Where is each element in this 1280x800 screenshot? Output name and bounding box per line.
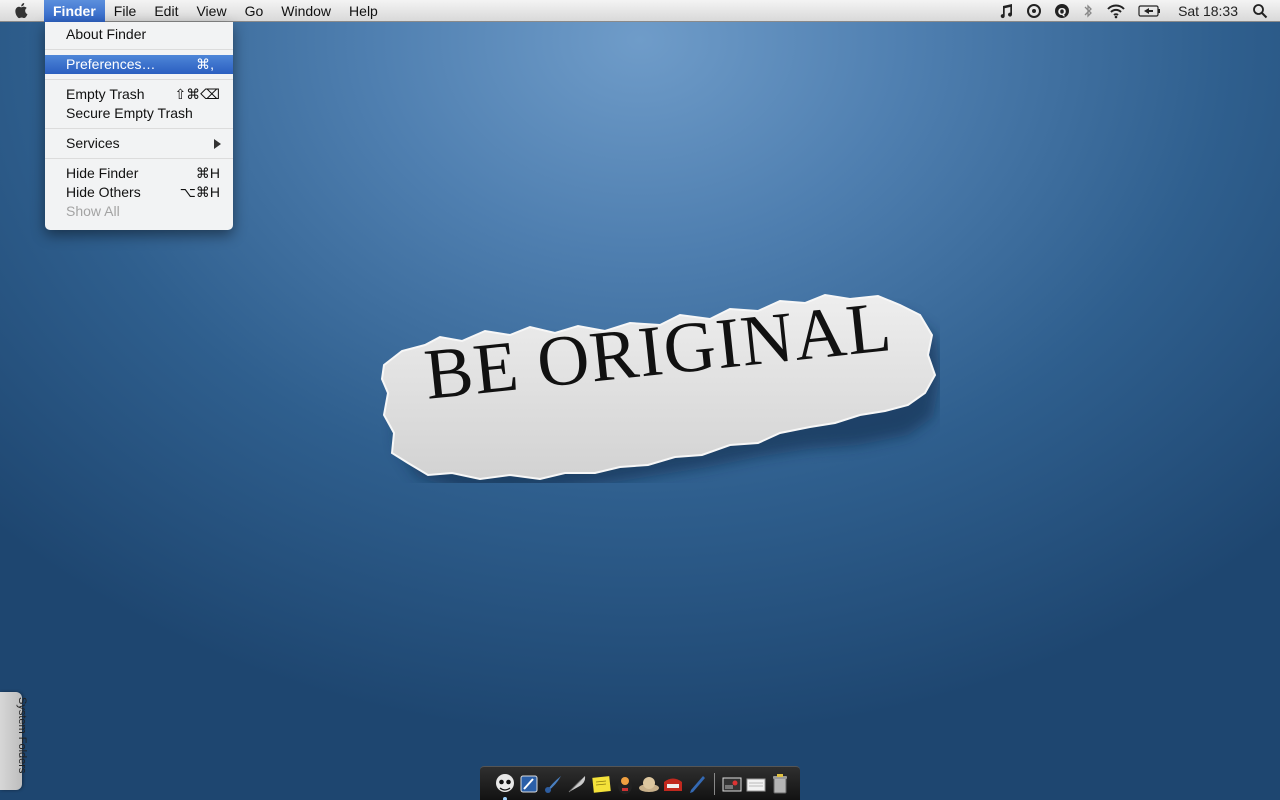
photo-folder-icon [722, 777, 742, 791]
running-indicator [503, 796, 507, 800]
dock-item-app-2[interactable] [517, 772, 541, 796]
dock-item-app-4[interactable] [565, 772, 589, 796]
menu-separator [45, 79, 233, 80]
menu-item-label: Show All [66, 203, 120, 219]
dock-item-app-9[interactable] [685, 772, 709, 796]
q-icon[interactable]: Q [1048, 0, 1076, 22]
menu-item-shortcut: ⇧⌘⌫ [174, 86, 220, 102]
menu-file[interactable]: File [105, 0, 146, 22]
spotlight-search-icon[interactable] [1248, 0, 1280, 22]
menu-item-shortcut: ⌥⌘H [179, 184, 220, 200]
menu-item-secure-empty-trash[interactable]: Secure Empty Trash [45, 104, 233, 123]
menu-separator [45, 128, 233, 129]
quill-icon [545, 775, 561, 793]
dock-item-app-3[interactable] [541, 772, 565, 796]
red-box-icon [664, 778, 682, 791]
menu-item-label: Secure Empty Trash [66, 105, 193, 121]
system-folders-tab[interactable]: System Folders [0, 692, 28, 790]
menu-item-label: Services [66, 135, 120, 151]
skull-icon [496, 773, 514, 792]
menu-help[interactable]: Help [340, 0, 387, 22]
dock [480, 766, 800, 800]
svg-text:Q: Q [1058, 7, 1067, 18]
submenu-arrow-icon [214, 139, 221, 149]
side-tab-label: System Folders [16, 697, 28, 774]
pen-icon [690, 775, 705, 793]
menu-go[interactable]: Go [236, 0, 273, 22]
menu-item-hide-others[interactable]: Hide Others ⌥⌘H [45, 183, 233, 202]
menu-item-preferences[interactable]: Preferences… ⌘, [45, 55, 233, 74]
menu-bar: Finder File Edit View Go Window Help Q S… [0, 0, 1280, 22]
menu-item-empty-trash[interactable]: Empty Trash ⇧⌘⌫ [45, 85, 233, 104]
hat-icon [639, 776, 659, 792]
menu-separator [45, 49, 233, 50]
menu-item-label: Hide Finder [66, 165, 139, 181]
finder-menu-dropdown: About Finder Preferences… ⌘, Empty Trash… [45, 22, 233, 230]
menu-item-shortcut: ⌘H [195, 165, 220, 181]
menu-item-label: Hide Others [66, 184, 141, 200]
dock-item-finder[interactable] [493, 772, 517, 800]
dock-item-app-10[interactable] [720, 772, 744, 796]
menu-item-show-all: Show All [45, 202, 233, 221]
menu-window[interactable]: Window [272, 0, 340, 22]
menu-finder[interactable]: Finder [44, 0, 105, 22]
menu-item-label: About Finder [66, 26, 147, 42]
wifi-icon[interactable] [1100, 0, 1132, 22]
menu-item-hide-finder[interactable]: Hide Finder ⌘H [45, 164, 233, 183]
character-icon [618, 776, 632, 794]
trash-can-icon [773, 773, 787, 793]
dock-item-trash[interactable] [768, 772, 792, 796]
apple-logo-icon [15, 2, 28, 18]
itunes-icon[interactable] [992, 0, 1020, 22]
feather-icon [568, 775, 586, 792]
menu-item-shortcut: ⌘, [196, 56, 214, 72]
dock-item-app-11[interactable] [744, 772, 768, 796]
dock-item-app-6[interactable] [613, 772, 637, 796]
menu-item-label: Preferences… [66, 56, 156, 72]
dock-item-app-8[interactable] [661, 772, 685, 796]
pen-window-icon [520, 775, 538, 792]
menu-clock[interactable]: Sat 18:33 [1168, 0, 1248, 22]
apple-menu[interactable] [0, 0, 44, 22]
status-area: Q Sat 18:33 [992, 0, 1280, 22]
menu-item-about-finder[interactable]: About Finder [45, 25, 233, 44]
document-stack-icon [746, 778, 766, 791]
menu-view[interactable]: View [187, 0, 235, 22]
dock-separator [714, 772, 715, 795]
menu-edit[interactable]: Edit [145, 0, 187, 22]
sticky-note-icon [592, 775, 611, 793]
menu-separator [45, 158, 233, 159]
dock-item-app-7[interactable] [637, 772, 661, 796]
battery-icon[interactable] [1132, 0, 1168, 22]
bluetooth-icon[interactable] [1076, 0, 1100, 22]
menu-item-label: Empty Trash [66, 86, 145, 102]
menu-item-services[interactable]: Services [45, 134, 233, 153]
dock-item-stickies[interactable] [589, 772, 613, 796]
growl-icon[interactable] [1020, 0, 1048, 22]
